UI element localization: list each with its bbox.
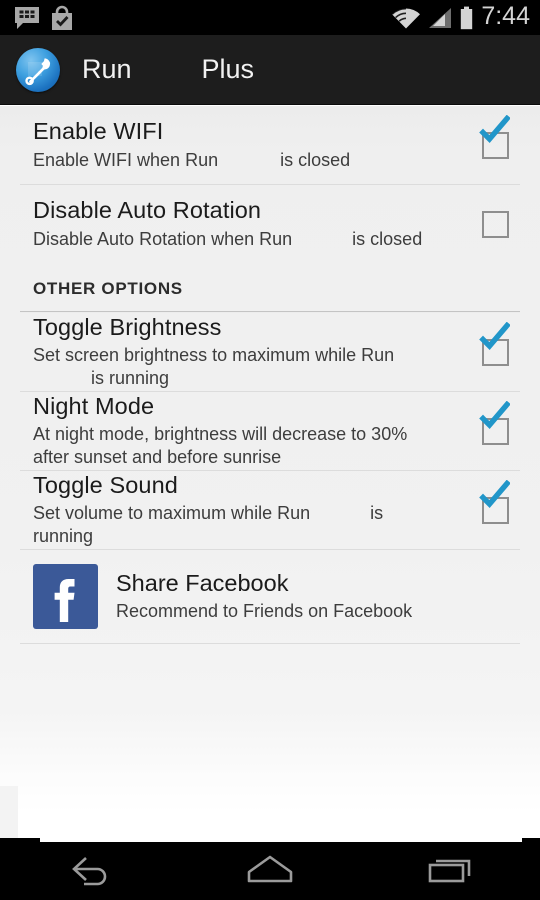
settings-list[interactable]: Enable WIFI Enable WIFI when Run is close… xyxy=(0,106,540,842)
share-facebook-title: Share Facebook xyxy=(116,569,289,596)
section-header-other-options: OTHER OPTIONS xyxy=(0,263,540,305)
setting-row-toggle-brightness[interactable]: Toggle Brightness Set screen brightness … xyxy=(0,313,540,391)
checkbox-toggle-sound[interactable] xyxy=(472,480,518,533)
facebook-icon xyxy=(33,564,98,629)
setting-title: Disable Auto Rotation xyxy=(33,197,262,224)
list-empty-tail xyxy=(0,644,540,734)
list-edge-shade xyxy=(0,786,18,842)
setting-summary: Set screen brightness to maximum while R… xyxy=(33,344,433,390)
setting-title: Night Mode xyxy=(33,392,155,419)
action-bar: Run Plus xyxy=(0,35,540,105)
setting-title: Toggle Brightness xyxy=(33,313,222,340)
setting-row-toggle-sound[interactable]: Toggle Sound Set volume to maximum while… xyxy=(0,471,540,549)
setting-text: Toggle Brightness Set screen brightness … xyxy=(33,314,472,390)
setting-text: Disable Auto Rotation Disable Auto Rotat… xyxy=(33,197,472,250)
setting-summary-before: Set screen brightness to maximum while R… xyxy=(33,345,395,366)
status-bar-clock: 7:44 xyxy=(481,2,530,30)
wifi-icon xyxy=(391,7,421,29)
status-bar: 7:44 xyxy=(0,0,540,35)
status-bar-system-icons: 7:44 xyxy=(391,4,530,31)
setting-summary-before: Enable WIFI when Run xyxy=(33,149,219,170)
setting-text: Night Mode At night mode, brightness wil… xyxy=(33,393,472,469)
action-bar-title-suffix: Plus xyxy=(201,54,255,84)
bbm-chat-icon xyxy=(14,6,40,30)
battery-icon xyxy=(459,6,474,30)
checkmark-icon xyxy=(479,322,510,350)
checkbox-box xyxy=(481,210,509,238)
checkmark-icon xyxy=(479,401,510,429)
status-bar-notification-icons xyxy=(14,5,74,31)
wrench-screwdriver-glyph xyxy=(16,48,60,92)
setting-row-enable-wifi[interactable]: Enable WIFI Enable WIFI when Run is close… xyxy=(0,106,540,184)
back-icon xyxy=(64,852,116,891)
recents-icon xyxy=(425,852,475,891)
setting-summary: Disable Auto Rotation when Run is closed xyxy=(33,228,433,251)
checkbox-toggle-brightness[interactable] xyxy=(472,322,518,375)
checkmark-icon xyxy=(479,480,510,508)
nav-recents-button[interactable] xyxy=(360,842,540,900)
share-facebook-row[interactable]: Share Facebook Recommend to Friends on F… xyxy=(0,550,540,643)
app-tool-icon[interactable] xyxy=(16,47,60,92)
share-facebook-subtitle: Recommend to Friends on Facebook xyxy=(116,601,413,622)
setting-title: Enable WIFI xyxy=(33,118,164,145)
setting-row-disable-auto-rotation[interactable]: Disable Auto Rotation Disable Auto Rotat… xyxy=(0,185,540,263)
play-store-bag-icon xyxy=(50,5,74,31)
setting-summary-before: Set volume to maximum while Run xyxy=(33,503,311,524)
setting-summary-after: is closed xyxy=(280,149,351,170)
setting-text: Enable WIFI Enable WIFI when Run is close… xyxy=(33,118,472,171)
setting-summary: Set volume to maximum while Run is runnin… xyxy=(33,502,433,548)
setting-title: Toggle Sound xyxy=(33,471,178,498)
checkbox-disable-auto-rotation[interactable] xyxy=(472,201,518,247)
section-header-label: OTHER OPTIONS xyxy=(33,279,183,298)
phone-screen: 7:44 Run Plus Enable WIFI Enable WIFI wh… xyxy=(0,0,540,900)
setting-summary-before: Disable Auto Rotation when Run xyxy=(33,228,293,249)
action-bar-title: Run xyxy=(82,54,132,84)
navigation-bar xyxy=(0,842,540,900)
setting-summary-after: is closed xyxy=(352,228,423,249)
nav-home-button[interactable] xyxy=(180,842,360,900)
checkbox-night-mode[interactable] xyxy=(472,401,518,454)
checkbox-enable-wifi[interactable] xyxy=(472,115,518,168)
setting-summary: At night mode, brightness will decrease … xyxy=(33,424,408,468)
setting-summary: Enable WIFI when Run is closed xyxy=(33,149,433,172)
nav-back-button[interactable] xyxy=(0,842,180,900)
share-facebook-text: Share Facebook Recommend to Friends on F… xyxy=(116,569,413,623)
cellular-signal-icon xyxy=(428,7,452,29)
setting-text: Toggle Sound Set volume to maximum while… xyxy=(33,472,472,548)
checkmark-icon xyxy=(479,115,510,143)
setting-summary-after: is running xyxy=(91,368,170,389)
setting-row-night-mode[interactable]: Night Mode At night mode, brightness wil… xyxy=(0,392,540,470)
home-icon xyxy=(242,852,298,891)
